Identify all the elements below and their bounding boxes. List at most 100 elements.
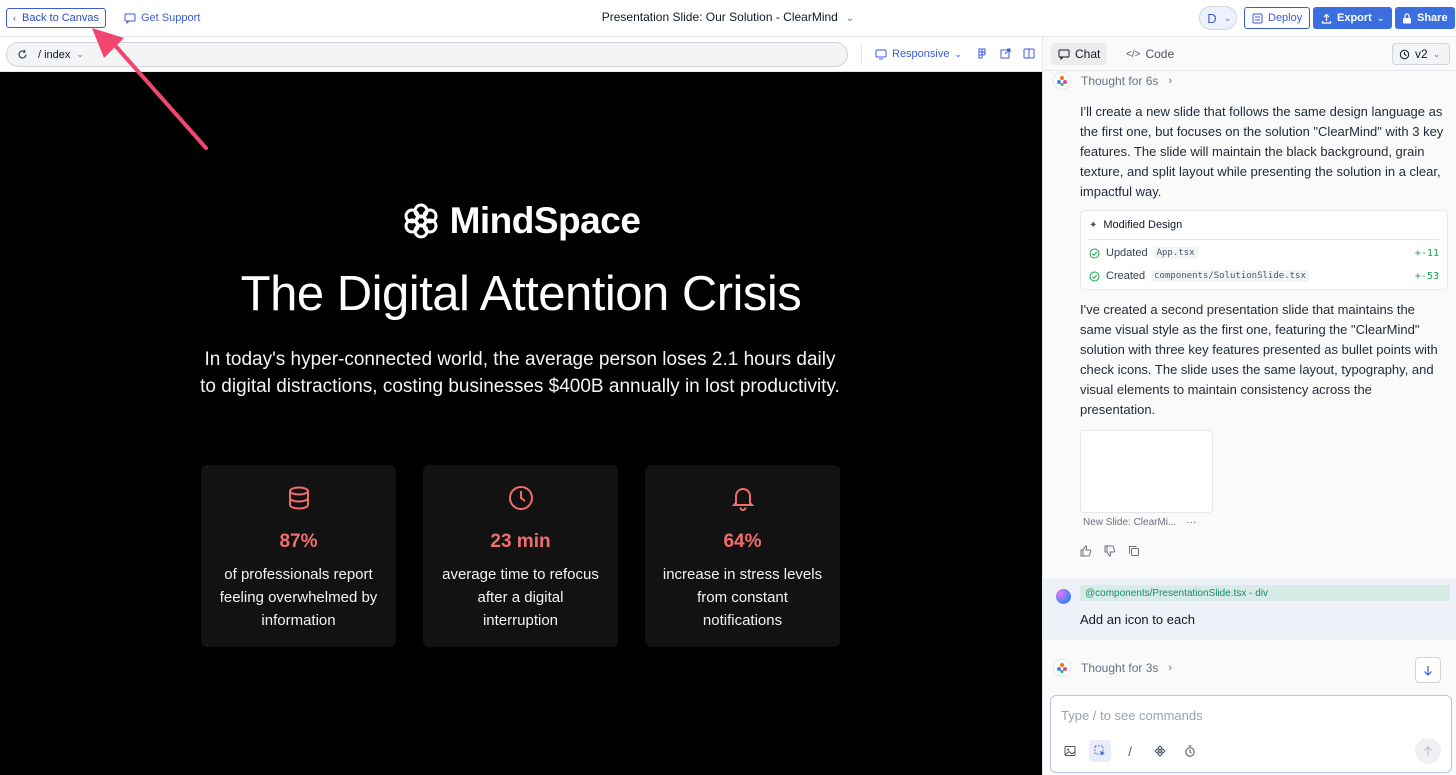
- composer-input[interactable]: Type / to see commands: [1061, 708, 1203, 723]
- user-message-text: Add an icon to each: [1080, 612, 1195, 627]
- copy-icon[interactable]: [1128, 545, 1140, 557]
- file-action: Updated: [1106, 247, 1148, 259]
- stat-value: 64%: [723, 531, 762, 552]
- database-icon: [286, 485, 312, 511]
- chat-panel: Chat </> Code v2 ⌄ Thought for 6s › I'll…: [1042, 37, 1456, 775]
- chevron-down-icon: ⌄: [1224, 12, 1232, 23]
- slide-title: The Digital Attention Crisis: [240, 267, 802, 321]
- chat-icon: [1058, 49, 1070, 60]
- preview-toolbar: / index ⌄ Responsive ⌄: [0, 37, 1042, 72]
- divider: [1089, 239, 1439, 240]
- scroll-to-bottom-button[interactable]: [1415, 657, 1441, 683]
- modified-design-header: ✦ Modified Design: [1089, 219, 1182, 231]
- thought-label: Thought for 6s: [1081, 74, 1159, 88]
- chevron-down-icon: ⌄: [1432, 48, 1441, 59]
- ai-logo-icon: [1053, 72, 1071, 90]
- upload-icon: [1321, 13, 1332, 24]
- responsive-label: Responsive: [892, 48, 950, 60]
- avatar: D: [1207, 10, 1217, 26]
- deploy-icon: [1252, 13, 1263, 24]
- share-label: Share: [1417, 12, 1448, 24]
- version-selector[interactable]: v2 ⌄: [1392, 43, 1450, 65]
- figma-icon[interactable]: [977, 48, 987, 60]
- file-action: Created: [1106, 270, 1146, 282]
- stat-value: 23 min: [490, 531, 551, 552]
- history-icon: [1399, 49, 1410, 60]
- stat-card: 64% increase in stress levels from const…: [645, 465, 840, 647]
- file-name: App.tsx: [1153, 247, 1198, 259]
- export-label: Export: [1337, 12, 1372, 24]
- version-label: v2: [1415, 47, 1428, 61]
- tab-chat[interactable]: Chat: [1051, 43, 1108, 65]
- code-icon: </>: [1126, 48, 1141, 60]
- components-icon[interactable]: [1149, 740, 1171, 762]
- open-external-icon[interactable]: [1000, 48, 1011, 59]
- image-upload-icon[interactable]: [1059, 740, 1081, 762]
- panel-tabs: Chat </> Code v2 ⌄: [1043, 37, 1456, 71]
- chevron-right-icon: ›: [1168, 662, 1173, 674]
- tab-chat-label: Chat: [1075, 47, 1101, 61]
- monitor-icon: [875, 49, 887, 60]
- thought-indicator[interactable]: Thought for 3s ›: [1053, 659, 1172, 677]
- tab-code-label: Code: [1145, 47, 1175, 61]
- split-view-icon[interactable]: [1023, 48, 1035, 59]
- slide-canvas: MindSpace The Digital Attention Crisis I…: [0, 72, 1042, 775]
- diff-count: +-53: [1414, 270, 1439, 282]
- chat-composer[interactable]: Type / to see commands /: [1050, 695, 1452, 773]
- assistant-message: I've created a second presentation slide…: [1080, 302, 1438, 417]
- file-change-row[interactable]: Created components/SolutionSlide.tsx +-5…: [1089, 268, 1439, 284]
- stat-value: 87%: [279, 531, 318, 552]
- page-title-text: Presentation Slide: Our Solution - Clear…: [601, 10, 838, 24]
- more-options-icon[interactable]: ···: [1186, 517, 1196, 528]
- modified-design-card[interactable]: ✦ Modified Design Updated App.tsx +-11 C…: [1080, 210, 1448, 290]
- route-selector[interactable]: / index ⌄: [6, 42, 848, 67]
- share-button[interactable]: Share: [1395, 7, 1455, 29]
- brain-icon: [402, 202, 440, 240]
- modified-design-title: Modified Design: [1103, 219, 1183, 231]
- user-message: @components/PresentationSlide.tsx - div …: [1043, 578, 1456, 640]
- send-button[interactable]: [1415, 738, 1441, 764]
- bell-icon: [730, 485, 756, 511]
- thumbs-down-icon[interactable]: [1104, 545, 1116, 557]
- composer-toolbar: /: [1059, 740, 1201, 762]
- file-change-row[interactable]: Updated App.tsx +-11: [1089, 245, 1439, 261]
- stat-description: average time to refocus after a digital …: [442, 566, 599, 629]
- thought-indicator[interactable]: Thought for 6s ›: [1053, 72, 1172, 90]
- thumbnail-caption: New Slide: ClearMi... ···: [1083, 517, 1196, 528]
- clock-icon: [508, 485, 534, 511]
- chevron-down-icon: ⌄: [845, 13, 855, 24]
- ai-logo-icon: [1053, 659, 1071, 677]
- export-button[interactable]: Export ⌄: [1313, 7, 1393, 29]
- slide-subtitle: In today's hyper-connected world, the av…: [200, 349, 840, 397]
- file-name: components/SolutionSlide.tsx: [1151, 270, 1309, 282]
- thumbnail-title: New Slide: ClearMi...: [1083, 517, 1177, 528]
- lock-icon: [1402, 12, 1412, 24]
- assistant-message: I'll create a new slide that follows the…: [1080, 104, 1444, 199]
- brand-logo: MindSpace: [0, 200, 1042, 242]
- stat-card: 23 min average time to refocus after a d…: [423, 465, 618, 647]
- deploy-label: Deploy: [1268, 12, 1303, 24]
- thumbs-up-icon[interactable]: [1080, 545, 1092, 557]
- avatar: [1056, 589, 1071, 604]
- sparkle-icon: ✦: [1089, 219, 1098, 231]
- responsive-toggle[interactable]: Responsive ⌄: [875, 48, 962, 60]
- tab-code[interactable]: </> Code: [1119, 43, 1181, 65]
- chevron-down-icon: ⌄: [1376, 12, 1385, 23]
- select-element-icon[interactable]: [1089, 740, 1111, 762]
- check-circle-icon: [1089, 248, 1100, 259]
- stat-card: 87% of professionals report feeling over…: [201, 465, 396, 647]
- diff-count: +-11: [1414, 247, 1439, 259]
- chevron-down-icon: ⌄: [954, 48, 963, 59]
- timer-icon[interactable]: [1179, 740, 1201, 762]
- component-mention[interactable]: @components/PresentationSlide.tsx - div: [1080, 585, 1450, 601]
- feedback-actions: [1080, 545, 1140, 557]
- check-circle-icon: [1089, 271, 1100, 282]
- refresh-icon[interactable]: [17, 49, 28, 60]
- deploy-button[interactable]: Deploy: [1244, 7, 1311, 29]
- chevron-down-icon: ⌄: [76, 49, 84, 59]
- user-menu[interactable]: D ⌄: [1199, 6, 1237, 30]
- version-thumbnail[interactable]: [1080, 430, 1213, 513]
- stat-description: of professionals report feeling overwhel…: [219, 566, 378, 629]
- slash-command-icon[interactable]: /: [1119, 740, 1141, 762]
- page-title[interactable]: Presentation Slide: Our Solution - Clear…: [0, 10, 1456, 24]
